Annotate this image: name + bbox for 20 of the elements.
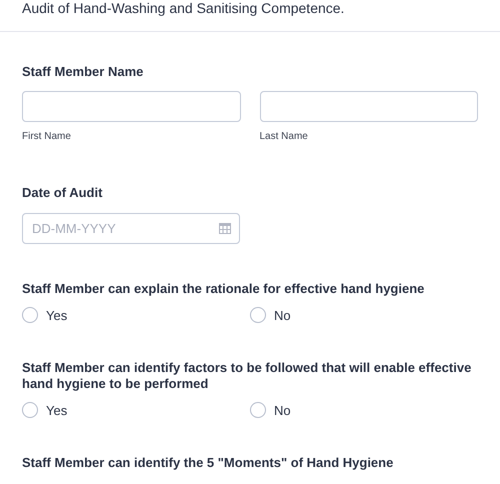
radio-option[interactable]: Yes — [22, 307, 250, 323]
calendar-icon[interactable] — [219, 223, 231, 234]
question-label: Staff Member can explain the rationale for effective hand hygiene — [22, 281, 426, 297]
question-label: Staff Member can identify the 5 "Moments" of Hand Hygiene — [22, 455, 394, 471]
text-input[interactable] — [22, 91, 240, 122]
radio-button[interactable] — [250, 402, 266, 418]
field-sublabel: Last Name — [260, 131, 309, 142]
text-input[interactable] — [260, 91, 478, 122]
radio-button[interactable] — [22, 307, 38, 323]
field-label: Staff Member Name — [22, 64, 144, 80]
date-input[interactable]: DD-MM-YYYY — [22, 213, 240, 244]
form-description: Audit of Hand-Washing and Sanitising Competence. — [22, 0, 346, 16]
radio-option[interactable]: No — [250, 402, 478, 418]
question-label: Staff Member can identify factors to be followed that will enable effective hand hygiene to be performed — [22, 360, 472, 392]
radio-button[interactable] — [250, 307, 266, 323]
field-sublabel: First Name — [22, 131, 72, 142]
field-label: Date of Audit — [22, 185, 104, 201]
radio-option[interactable]: No — [250, 307, 478, 323]
radio-button[interactable] — [22, 402, 38, 418]
radio-option[interactable]: Yes — [22, 402, 250, 418]
